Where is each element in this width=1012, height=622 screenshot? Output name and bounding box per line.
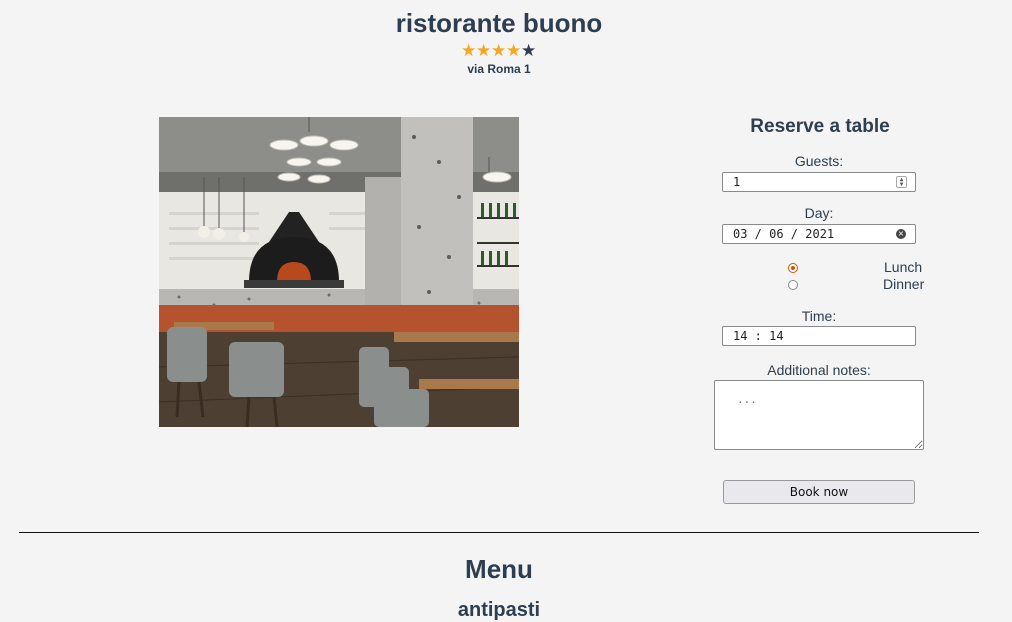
guests-input[interactable]: 1 ▲ ▼ [722,172,916,192]
notes-textarea[interactable] [714,380,924,450]
lunch-label: Lunch [884,259,923,275]
star-empty-icon: ★ [521,41,537,60]
star-filled-icon: ★ [461,41,477,60]
restaurant-interior-photo [159,117,519,427]
day-value: 03 / 06 / 2021 [733,227,835,241]
section-divider [19,532,979,533]
rating-stars: ★ ★ ★ ★ ★ [461,41,537,60]
notes-label: Additional notes: [767,362,871,378]
clear-icon[interactable]: × [896,229,906,239]
day-label: Day: [804,205,834,221]
time-label: Time: [801,308,837,324]
restaurant-name: ristorante buono [395,8,603,38]
menu-section-title: antipasti [457,599,541,621]
dinner-label: Dinner [883,276,925,292]
guests-value: 1 [733,175,741,189]
lunch-radio[interactable] [788,263,798,273]
star-filled-icon: ★ [506,41,522,60]
menu-title: Menu [465,554,533,584]
reservation-title: Reserve a table [750,116,890,137]
time-value: 14 : 14 [733,329,784,343]
star-filled-icon: ★ [476,41,492,60]
time-input[interactable]: 14 : 14 [722,326,916,346]
day-input[interactable]: 03 / 06 / 2021 × [722,224,916,244]
dinner-radio[interactable] [788,280,798,290]
guests-label: Guests: [794,153,844,169]
restaurant-address: via Roma 1 [467,62,531,76]
spinner-icon[interactable]: ▲ ▼ [896,176,907,188]
book-now-button[interactable]: Book now [723,480,915,504]
star-filled-icon: ★ [491,41,507,60]
